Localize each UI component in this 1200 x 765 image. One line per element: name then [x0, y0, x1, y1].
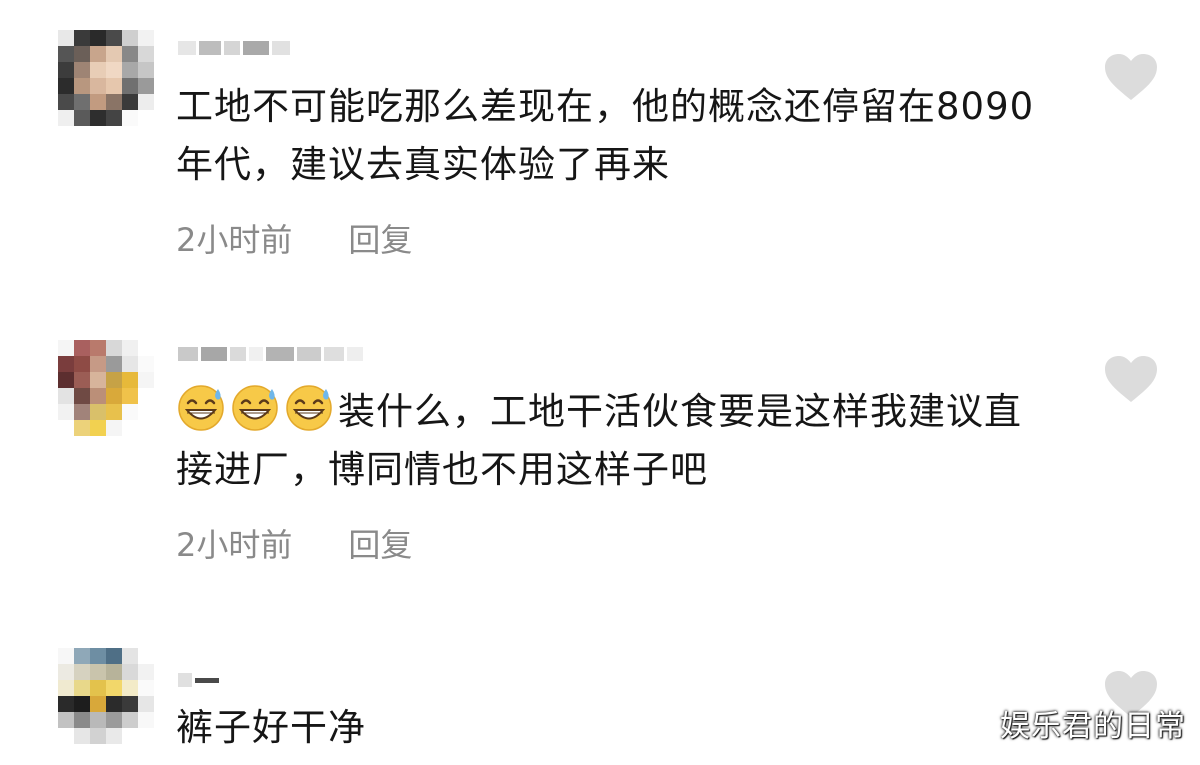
comment-text-value: 工地不可能吃那么差现在，他的概念还停留在8090年代，建议去真实体验了再来 — [176, 85, 1035, 186]
heart-icon[interactable] — [1103, 355, 1159, 405]
comment-meta: 2小时前 回复 — [176, 520, 412, 566]
username-mosaic — [347, 347, 363, 361]
grinning-sweat-emoji-icon — [176, 383, 226, 433]
comment-meta: 2小时前 回复 — [176, 215, 412, 261]
comment-text: 裤子好干净 — [176, 699, 1036, 757]
avatar[interactable] — [58, 648, 154, 744]
username-mosaic — [224, 41, 240, 55]
grinning-sweat-emoji-icon — [230, 383, 280, 433]
heart-icon[interactable] — [1103, 53, 1159, 103]
grinning-sweat-emoji-icon — [284, 383, 334, 433]
username-blurred[interactable] — [178, 336, 366, 372]
username-mosaic — [195, 677, 219, 683]
username-mosaic — [297, 347, 321, 361]
username-mosaic — [324, 347, 344, 361]
username-blurred[interactable] — [178, 662, 222, 698]
avatar[interactable] — [58, 340, 154, 436]
username-mosaic — [266, 347, 294, 361]
username-mosaic — [178, 347, 198, 361]
watermark: 娱乐君的日常 — [1000, 709, 1186, 744]
username-mosaic — [178, 41, 196, 55]
comment-text-value: 裤子好干净 — [176, 706, 366, 749]
username-blurred[interactable] — [178, 30, 293, 66]
comment-text: 工地不可能吃那么差现在，他的概念还停留在8090年代，建议去真实体验了再来 — [176, 78, 1036, 194]
username-mosaic — [243, 41, 269, 55]
username-mosaic — [178, 673, 192, 687]
reply-button[interactable]: 回复 — [348, 520, 412, 566]
comment-text: 装什么，工地干活伙食要是这样我建议直接进厂，博同情也不用这样子吧 — [176, 383, 1036, 499]
username-mosaic — [249, 347, 263, 361]
username-mosaic — [272, 41, 290, 55]
reply-button[interactable]: 回复 — [348, 215, 412, 261]
comment-time: 2小时前 — [176, 221, 293, 259]
avatar[interactable] — [58, 30, 154, 126]
comment-time: 2小时前 — [176, 526, 293, 564]
username-mosaic — [199, 41, 221, 55]
username-mosaic — [230, 347, 246, 361]
username-mosaic — [201, 347, 227, 361]
